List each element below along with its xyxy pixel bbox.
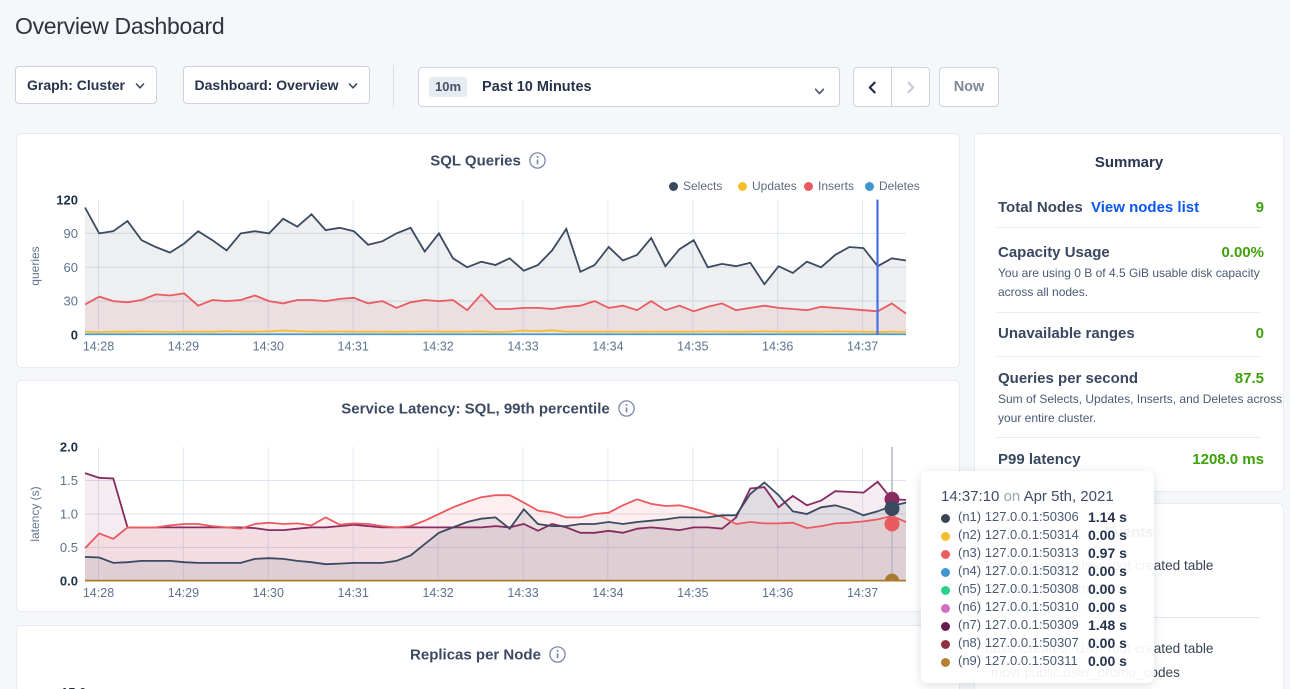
svg-text:14:31: 14:31	[338, 586, 369, 600]
svg-text:60: 60	[64, 260, 78, 275]
svg-text:14:34: 14:34	[592, 340, 623, 354]
svg-text:30: 30	[64, 294, 78, 309]
svg-text:latency (s): latency (s)	[28, 486, 42, 541]
svg-text:14:37: 14:37	[847, 586, 878, 600]
svg-text:0.0: 0.0	[60, 574, 78, 589]
svg-text:14:28: 14:28	[83, 340, 114, 354]
svg-text:14:30: 14:30	[253, 586, 284, 600]
svg-text:1.0: 1.0	[60, 507, 78, 522]
svg-text:14:30: 14:30	[253, 340, 284, 354]
svg-text:14:29: 14:29	[168, 586, 199, 600]
svg-text:14:32: 14:32	[422, 586, 453, 600]
svg-text:14:36: 14:36	[762, 340, 793, 354]
svg-text:0.5: 0.5	[60, 540, 78, 555]
svg-text:14:33: 14:33	[507, 586, 538, 600]
svg-text:queries: queries	[28, 246, 42, 285]
svg-text:120: 120	[56, 193, 78, 208]
svg-text:0: 0	[71, 328, 78, 343]
svg-text:14:34: 14:34	[592, 586, 623, 600]
svg-text:14:37: 14:37	[847, 340, 878, 354]
svg-text:14:29: 14:29	[168, 340, 199, 354]
svg-text:2.0: 2.0	[60, 440, 78, 455]
svg-text:14:28: 14:28	[83, 586, 114, 600]
svg-text:14:31: 14:31	[338, 340, 369, 354]
svg-text:14:36: 14:36	[762, 586, 793, 600]
svg-text:14:32: 14:32	[422, 340, 453, 354]
svg-text:14:35: 14:35	[677, 340, 708, 354]
svg-text:14:35: 14:35	[677, 586, 708, 600]
svg-text:90: 90	[64, 226, 78, 241]
svg-text:1.5: 1.5	[60, 473, 78, 488]
svg-text:14:33: 14:33	[507, 340, 538, 354]
